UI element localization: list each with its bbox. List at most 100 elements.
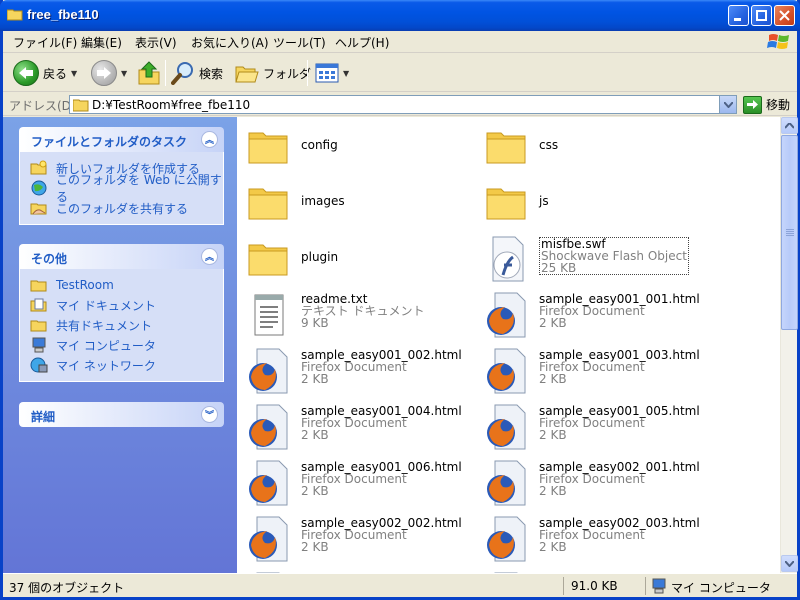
menu-favorites[interactable]: お気に入り(A) bbox=[191, 34, 269, 51]
file-item-sample-easy002-001[interactable]: sample_easy002_001.html Firefox Document 2… bbox=[483, 459, 700, 509]
file-tasks-title: ファイルとフォルダのタスク bbox=[31, 135, 188, 149]
views-button[interactable]: ▼ bbox=[315, 58, 349, 88]
shared-documents-icon bbox=[30, 320, 47, 332]
close-button[interactable] bbox=[774, 5, 795, 26]
minimize-icon bbox=[734, 18, 741, 21]
share-folder-icon bbox=[30, 203, 47, 215]
chevron-down-icon bbox=[785, 560, 794, 567]
back-arrow-icon bbox=[13, 60, 39, 86]
panel-header[interactable]: ファイルとフォルダのタスク ︽ bbox=[19, 127, 224, 152]
windows-logo-icon bbox=[767, 34, 789, 49]
my-network-icon bbox=[30, 357, 48, 373]
status-bar: 37 個のオブジェクト 91.0 KB マイ コンピュータ bbox=[3, 573, 797, 597]
place-my-documents[interactable]: マイ ドキュメント bbox=[30, 295, 223, 315]
file-item-sample-easy002-003[interactable]: sample_easy002_003.html Firefox Document 2… bbox=[483, 515, 700, 565]
file-item-js[interactable]: js bbox=[483, 179, 549, 229]
file-item-sample-easy001-002[interactable]: sample_easy001_002.html Firefox Document 2… bbox=[245, 347, 462, 397]
place-shared-documents[interactable]: 共有ドキュメント bbox=[30, 315, 223, 335]
place-my-computer[interactable]: マイ コンピュータ bbox=[30, 335, 223, 355]
my-documents-icon bbox=[30, 298, 47, 312]
folders-icon bbox=[235, 66, 259, 83]
panel-header[interactable]: その他 ︽ bbox=[19, 244, 224, 269]
status-object-count: 37 個のオブジェクト bbox=[9, 581, 125, 595]
title-bar[interactable]: free_fbe110 bbox=[0, 0, 800, 31]
menu-file[interactable]: ファイル(F) bbox=[13, 34, 77, 51]
file-item-sample-easy001-006[interactable]: sample_easy001_006.html Firefox Document 2… bbox=[245, 459, 462, 509]
menu-tools[interactable]: ツール(T) bbox=[273, 34, 326, 51]
folder-icon bbox=[30, 280, 47, 292]
place-my-network[interactable]: マイ ネットワーク bbox=[30, 355, 223, 375]
go-arrow-icon bbox=[743, 95, 762, 114]
chevron-down-icon[interactable]: ▼ bbox=[121, 69, 127, 78]
toolbar: 戻る ▼ ▼ 検索 フォルダ ▼ bbox=[3, 54, 797, 92]
file-item-plugin[interactable]: plugin bbox=[245, 235, 338, 285]
firefox-document-icon bbox=[245, 515, 293, 563]
scroll-up-button[interactable] bbox=[781, 117, 798, 134]
chevron-down-icon[interactable]: ︾ bbox=[201, 406, 218, 423]
forward-button[interactable]: ▼ bbox=[91, 58, 127, 88]
chevron-down-icon[interactable]: ▼ bbox=[343, 69, 349, 78]
window-title: free_fbe110 bbox=[27, 7, 99, 22]
scroll-thumb[interactable] bbox=[781, 135, 798, 330]
file-item-readme-txt[interactable]: readme.txt テキスト ドキュメント 9 KB bbox=[245, 291, 424, 341]
my-computer-icon bbox=[32, 337, 46, 353]
firefox-document-icon bbox=[245, 403, 293, 451]
folder-icon bbox=[73, 99, 89, 112]
firefox-document-icon bbox=[483, 403, 531, 451]
folder-icon bbox=[245, 179, 293, 227]
back-button[interactable]: 戻る ▼ bbox=[13, 58, 77, 88]
address-path: D:¥TestRoom¥free_fbe110 bbox=[92, 98, 251, 112]
folders-button[interactable]: フォルダ bbox=[235, 58, 311, 88]
maximize-button[interactable] bbox=[751, 5, 772, 26]
file-item-misfbe-swf[interactable]: misfbe.swf Shockwave Flash Object 25 KB bbox=[483, 235, 689, 285]
search-label: 検索 bbox=[199, 66, 224, 81]
file-item-config[interactable]: config bbox=[245, 123, 338, 173]
file-item-images[interactable]: images bbox=[245, 179, 345, 229]
address-dropdown-button[interactable] bbox=[719, 96, 736, 113]
folder-icon bbox=[483, 179, 531, 227]
status-location: マイ コンピュータ bbox=[671, 581, 771, 595]
up-folder-icon bbox=[138, 61, 160, 85]
explorer-window: free_fbe110 ファイル(F) 編集(E) 表示(V) お気に入り(A)… bbox=[0, 0, 800, 600]
file-item-sample-easy001-001[interactable]: sample_easy001_001.html Firefox Document 2… bbox=[483, 291, 700, 341]
chevron-down-icon[interactable]: ▼ bbox=[71, 69, 77, 78]
menu-edit[interactable]: 編集(E) bbox=[81, 34, 122, 51]
firefox-document-icon bbox=[483, 347, 531, 395]
search-button[interactable]: 検索 bbox=[171, 58, 223, 88]
firefox-document-icon bbox=[245, 459, 293, 507]
search-icon bbox=[171, 62, 193, 85]
task-pane: ファイルとフォルダのタスク ︽ 新しいフォルダを作成する このフォルダを Web… bbox=[3, 117, 237, 573]
text-document-icon bbox=[245, 291, 293, 339]
file-item-sample-easy001-005[interactable]: sample_easy001_005.html Firefox Document 2… bbox=[483, 403, 700, 453]
file-item-sample-easy002-002[interactable]: sample_easy002_002.html Firefox Document 2… bbox=[245, 515, 462, 565]
menu-view[interactable]: 表示(V) bbox=[135, 34, 177, 51]
firefox-document-icon bbox=[483, 515, 531, 563]
close-icon bbox=[779, 10, 790, 21]
chevron-up-icon[interactable]: ︽ bbox=[201, 248, 218, 265]
file-list: config css images js plugin misfbe.swf Sh… bbox=[237, 117, 780, 573]
task-publish-web[interactable]: このフォルダを Web に公開する bbox=[30, 173, 223, 204]
folder-icon bbox=[245, 123, 293, 171]
menu-help[interactable]: ヘルプ(H) bbox=[335, 34, 389, 51]
folders-label: フォルダ bbox=[263, 66, 312, 81]
address-input[interactable]: D:¥TestRoom¥free_fbe110 bbox=[69, 95, 737, 114]
place-testroom[interactable]: TestRoom bbox=[30, 275, 223, 295]
folder-icon bbox=[483, 123, 531, 171]
details-panel: 詳細 ︾ bbox=[19, 402, 224, 427]
up-folder-button[interactable] bbox=[137, 58, 161, 88]
file-item-css[interactable]: css bbox=[483, 123, 558, 173]
chevron-up-icon[interactable]: ︽ bbox=[201, 131, 218, 148]
folder-icon bbox=[7, 9, 23, 21]
file-item-sample-easy001-003[interactable]: sample_easy001_003.html Firefox Document 2… bbox=[483, 347, 700, 397]
go-button[interactable]: 移動 bbox=[743, 95, 790, 114]
firefox-document-icon bbox=[483, 459, 531, 507]
vertical-scrollbar[interactable] bbox=[780, 117, 798, 573]
panel-header[interactable]: 詳細 ︾ bbox=[19, 402, 224, 427]
menu-bar: ファイル(F) 編集(E) 表示(V) お気に入り(A) ツール(T) ヘルプ(… bbox=[3, 31, 797, 53]
views-grid-icon bbox=[315, 63, 339, 83]
address-label: アドレス(D) bbox=[9, 99, 76, 113]
file-item-sample-easy001-004[interactable]: sample_easy001_004.html Firefox Document 2… bbox=[245, 403, 462, 453]
minimize-button[interactable] bbox=[728, 5, 749, 26]
folder-icon bbox=[245, 235, 293, 283]
scroll-down-button[interactable] bbox=[781, 555, 798, 572]
